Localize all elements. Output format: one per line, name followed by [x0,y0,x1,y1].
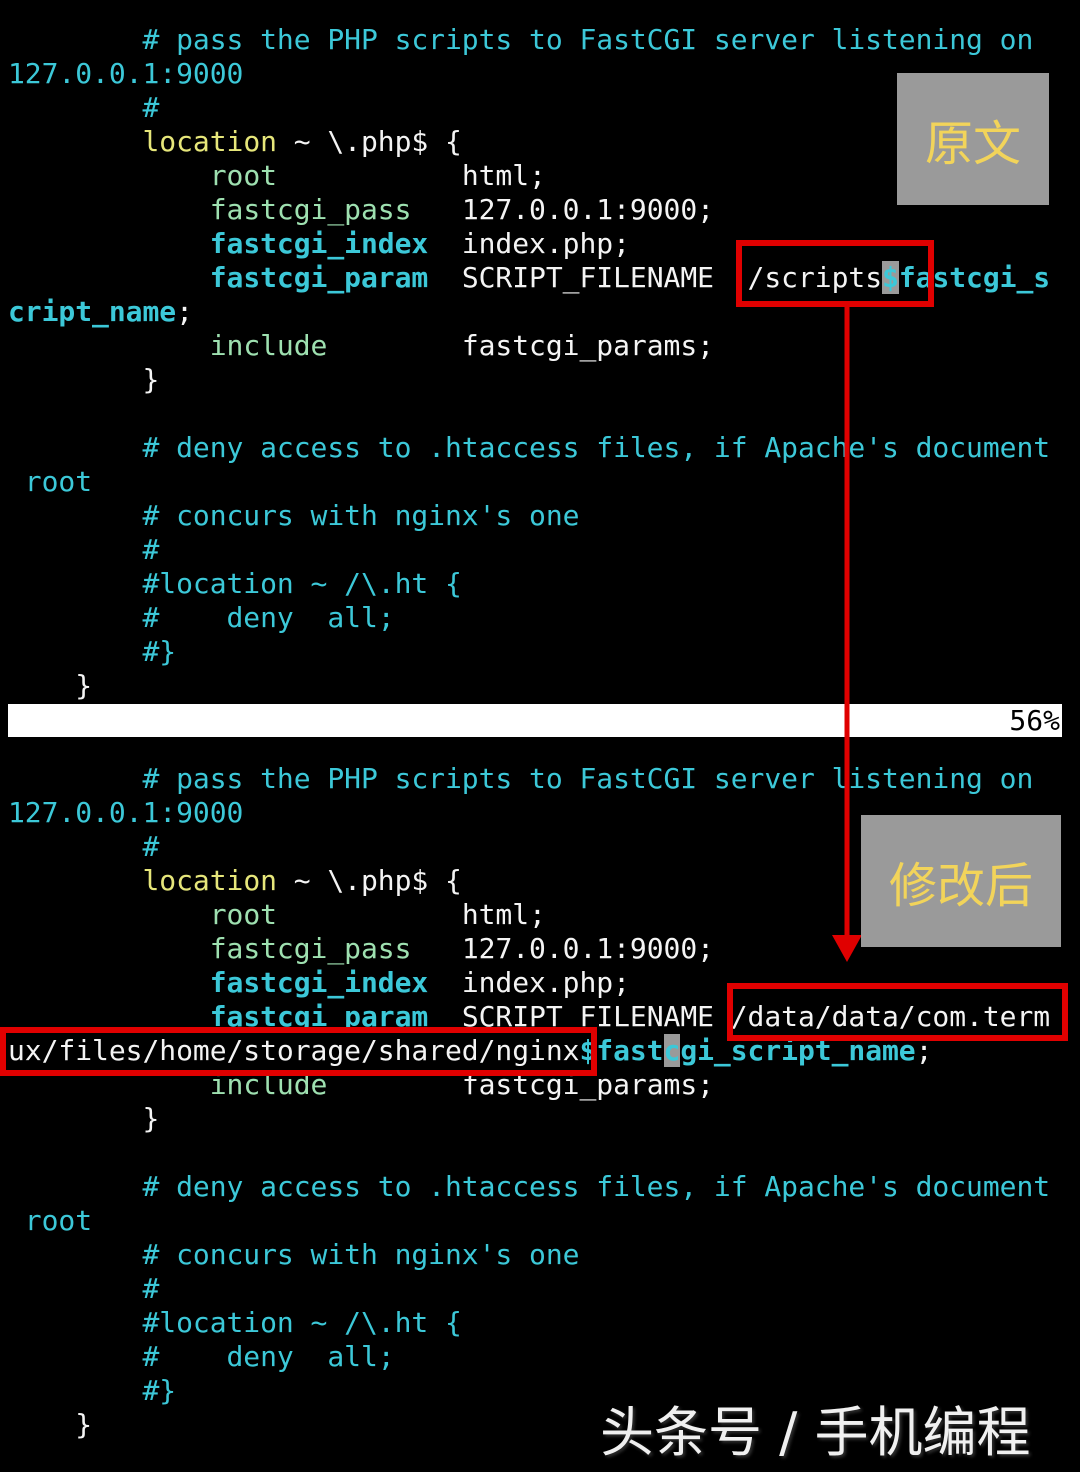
red-arrow-icon [832,307,862,962]
original-label: 原文 [897,73,1049,205]
watermark: 头条号 / 手机编程 [600,1401,1031,1464]
modified-label: 修改后 [861,815,1061,947]
